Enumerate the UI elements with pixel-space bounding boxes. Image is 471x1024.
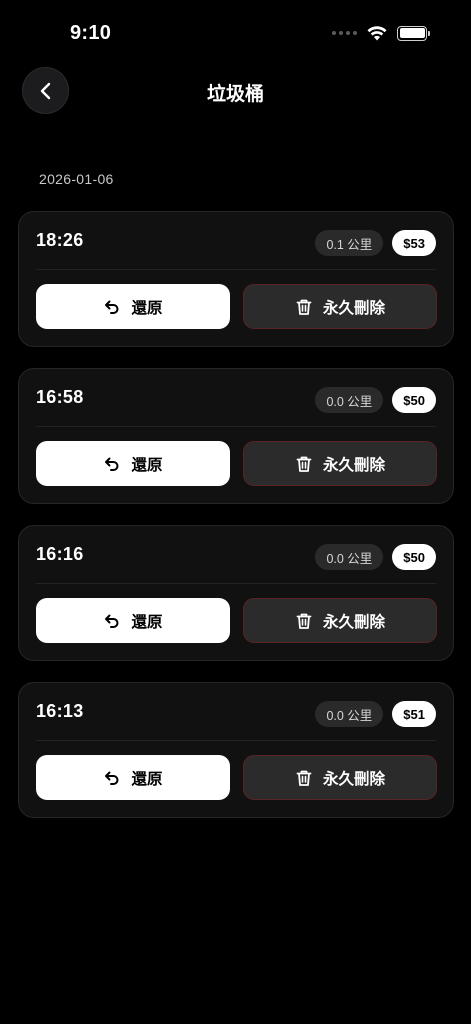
undo-arrow-icon xyxy=(105,771,119,785)
restore-label: 還原 xyxy=(131,456,163,474)
record-badges: 0.0 公里 $50 xyxy=(315,544,436,570)
distance-badge: 0.0 公里 xyxy=(315,544,384,570)
permanent-delete-button[interactable]: 永久刪除 xyxy=(243,284,437,329)
page-title: 垃圾桶 xyxy=(206,84,264,105)
record-badges: 0.0 公里 $51 xyxy=(315,701,436,727)
undo-arrow-icon xyxy=(105,457,119,471)
record-time: 18:26 xyxy=(36,230,84,250)
record-badges: 0.0 公里 $50 xyxy=(315,387,436,413)
card-divider xyxy=(36,426,436,427)
card-actions: 還原 永久刪除 xyxy=(36,755,437,800)
restore-button[interactable]: 還原 xyxy=(36,441,230,486)
record-badges: 0.1 公里 $53 xyxy=(315,230,436,256)
trash-icon xyxy=(296,299,312,315)
delete-label: 永久刪除 xyxy=(322,456,385,474)
permanent-delete-button[interactable]: 永久刪除 xyxy=(243,755,437,800)
trash-record-card: 16:16 0.0 公里 $50 還原 永久刪除 xyxy=(18,525,454,661)
trash-screen: 9:10 垃圾桶 2026-01-06 18:26 0.1 公里 $53 還原 … xyxy=(0,0,471,1024)
trash-record-card: 16:13 0.0 公里 $51 還原 永久刪除 xyxy=(18,682,454,818)
trash-record-card: 18:26 0.1 公里 $53 還原 永久刪除 xyxy=(18,211,454,347)
restore-button[interactable]: 還原 xyxy=(36,755,230,800)
cellular-signal-icon xyxy=(332,31,357,35)
distance-badge: 0.0 公里 xyxy=(315,701,384,727)
restore-button[interactable]: 還原 xyxy=(36,598,230,643)
record-time: 16:13 xyxy=(36,701,84,721)
card-actions: 還原 永久刪除 xyxy=(36,284,437,329)
record-time: 16:58 xyxy=(36,387,84,407)
restore-label: 還原 xyxy=(131,613,163,631)
wifi-icon xyxy=(367,26,387,41)
distance-badge: 0.0 公里 xyxy=(315,387,384,413)
card-actions: 還原 永久刪除 xyxy=(36,441,437,486)
restore-label: 還原 xyxy=(131,770,163,788)
card-divider xyxy=(36,583,436,584)
battery-icon xyxy=(397,25,430,41)
trash-record-list: 18:26 0.1 公里 $53 還原 永久刪除 16:58 0.0 公里 $5… xyxy=(18,211,454,839)
card-divider xyxy=(36,740,436,741)
status-icons xyxy=(332,25,430,41)
permanent-delete-button[interactable]: 永久刪除 xyxy=(243,441,437,486)
trash-icon xyxy=(296,456,312,472)
delete-label: 永久刪除 xyxy=(322,770,385,788)
undo-arrow-icon xyxy=(105,300,119,314)
restore-label: 還原 xyxy=(131,299,163,317)
price-badge: $53 xyxy=(392,230,436,256)
trash-icon xyxy=(296,770,312,786)
restore-button[interactable]: 還原 xyxy=(36,284,230,329)
distance-badge: 0.1 公里 xyxy=(315,230,384,256)
delete-label: 永久刪除 xyxy=(322,613,385,631)
status-bar: 9:10 xyxy=(0,0,471,60)
record-time: 16:16 xyxy=(36,544,84,564)
date-group-header: 2026-01-06 xyxy=(39,171,114,187)
trash-record-card: 16:58 0.0 公里 $50 還原 永久刪除 xyxy=(18,368,454,504)
permanent-delete-button[interactable]: 永久刪除 xyxy=(243,598,437,643)
price-badge: $50 xyxy=(392,544,436,570)
card-divider xyxy=(36,269,436,270)
price-badge: $50 xyxy=(392,387,436,413)
card-actions: 還原 永久刪除 xyxy=(36,598,437,643)
trash-icon xyxy=(296,613,312,629)
undo-arrow-icon xyxy=(105,614,119,628)
price-badge: $51 xyxy=(392,701,436,727)
delete-label: 永久刪除 xyxy=(322,299,385,317)
status-time: 9:10 xyxy=(70,22,112,44)
